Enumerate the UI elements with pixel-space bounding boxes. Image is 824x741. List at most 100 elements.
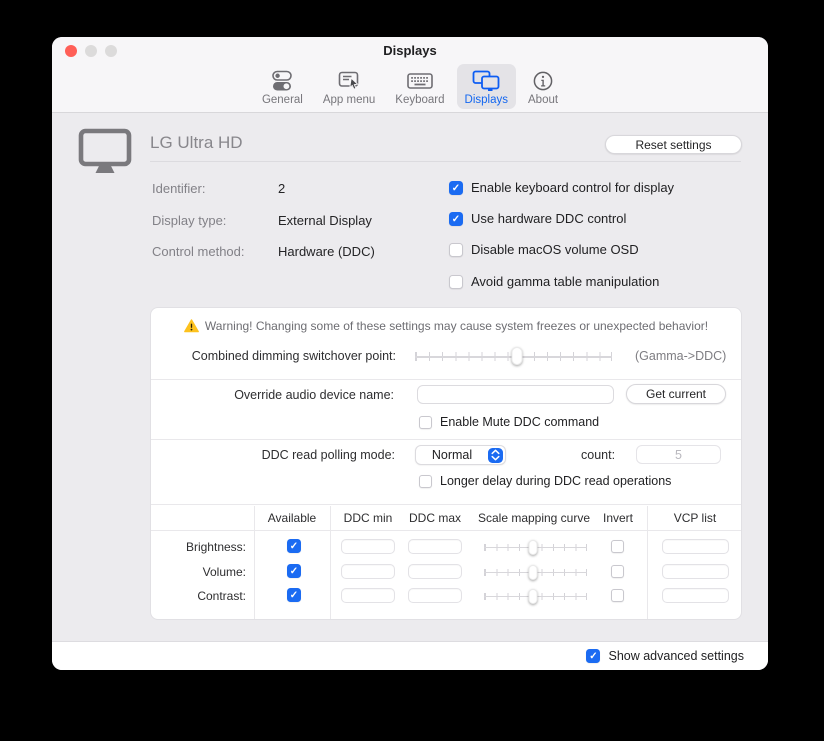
checkbox[interactable]: [449, 275, 463, 289]
dimming-suffix: (Gamma->DDC): [635, 349, 726, 363]
warning-row: Warning! Changing some of these settings…: [151, 319, 741, 333]
checkbox-mute-ddc[interactable]: Enable Mute DDC command: [419, 415, 599, 429]
checkbox[interactable]: [586, 649, 600, 663]
checkbox-avoid-gamma[interactable]: Avoid gamma table manipulation: [449, 274, 659, 289]
display-type-value: External Display: [278, 213, 372, 228]
contrast-available-checkbox[interactable]: [287, 588, 301, 602]
toggles-icon: [269, 68, 295, 93]
column-header-ddc-min: DDC min: [336, 511, 400, 525]
checkbox-label: Enable keyboard control for display: [471, 180, 674, 195]
displays-icon: [471, 68, 501, 93]
preferences-toolbar: General App menu: [52, 64, 768, 109]
identifier-label: Identifier:: [152, 181, 205, 196]
stepper-arrows-icon: [488, 448, 503, 463]
column-header-scale-curve: Scale mapping curve: [472, 511, 596, 525]
checkbox[interactable]: [449, 212, 463, 226]
brightness-available-checkbox[interactable]: [287, 539, 301, 553]
column-header-invert: Invert: [596, 511, 640, 525]
warning-icon: [184, 319, 199, 333]
tab-app-menu[interactable]: App menu: [315, 64, 383, 109]
get-current-button[interactable]: Get current: [626, 384, 726, 404]
checkbox[interactable]: [287, 588, 301, 602]
tab-label: General: [262, 94, 303, 106]
checkbox-show-advanced[interactable]: Show advanced settings: [586, 649, 744, 663]
displays-window: Displays General: [52, 37, 768, 670]
checkbox-label: Disable macOS volume OSD: [471, 242, 639, 257]
checkbox[interactable]: [287, 539, 301, 553]
brightness-vcp-input[interactable]: [662, 539, 729, 554]
count-input[interactable]: 5: [636, 445, 721, 464]
slider-knob[interactable]: [512, 347, 523, 365]
control-method-value: Hardware (DDC): [278, 244, 375, 259]
audio-name-input[interactable]: [417, 385, 614, 404]
volume-available-checkbox[interactable]: [287, 564, 301, 578]
contrast-ddc-min-input[interactable]: [341, 588, 395, 603]
tab-label: Displays: [465, 94, 508, 106]
count-label: count:: [581, 448, 615, 462]
checkbox-label: Show advanced settings: [608, 649, 744, 663]
window-title: Displays: [52, 43, 768, 58]
volume-curve-slider[interactable]: [484, 564, 587, 580]
menu-cursor-icon: [336, 68, 362, 93]
contrast-ddc-max-input[interactable]: [408, 588, 462, 603]
tab-general[interactable]: General: [254, 64, 311, 109]
checkbox[interactable]: [287, 564, 301, 578]
tab-label: App menu: [323, 94, 375, 106]
column-header-vcp-list: VCP list: [647, 511, 743, 525]
brightness-invert-checkbox[interactable]: [611, 540, 624, 553]
brightness-curve-slider[interactable]: [484, 539, 587, 555]
display-name: LG Ultra HD: [150, 133, 243, 153]
brightness-ddc-min-input[interactable]: [341, 539, 395, 554]
reset-settings-button[interactable]: Reset settings: [605, 135, 742, 154]
contrast-invert-checkbox[interactable]: [611, 589, 624, 602]
slider-knob[interactable]: [529, 589, 538, 604]
checkbox-label: Use hardware DDC control: [471, 211, 626, 226]
row-label-brightness: Brightness:: [151, 540, 246, 554]
warning-text: Warning! Changing some of these settings…: [205, 319, 708, 333]
dimming-label: Combined dimming switchover point:: [151, 349, 396, 363]
contrast-vcp-input[interactable]: [662, 588, 729, 603]
checkbox-hardware-ddc[interactable]: Use hardware DDC control: [449, 211, 626, 226]
tab-displays[interactable]: Displays: [457, 64, 516, 109]
tab-keyboard[interactable]: Keyboard: [387, 64, 452, 109]
checkbox-label: Enable Mute DDC command: [440, 415, 599, 429]
display-type-label: Display type:: [152, 213, 226, 228]
checkbox-keyboard-control[interactable]: Enable keyboard control for display: [449, 180, 674, 195]
divider: [150, 161, 741, 162]
tab-about[interactable]: About: [520, 64, 566, 109]
checkbox[interactable]: [611, 540, 624, 553]
footer-bar: Show advanced settings: [52, 641, 768, 670]
tab-label: Keyboard: [395, 94, 444, 106]
volume-ddc-max-input[interactable]: [408, 564, 462, 579]
checkbox-longer-delay[interactable]: Longer delay during DDC read operations: [419, 474, 671, 488]
checkbox[interactable]: [449, 181, 463, 195]
keyboard-icon: [406, 68, 434, 93]
identifier-value: 2: [278, 181, 285, 196]
volume-ddc-min-input[interactable]: [341, 564, 395, 579]
slider-knob[interactable]: [529, 540, 538, 555]
checkbox[interactable]: [419, 416, 432, 429]
selected-option: Normal: [416, 448, 488, 462]
titlebar: Displays General: [52, 37, 768, 113]
volume-vcp-input[interactable]: [662, 564, 729, 579]
column-divider: [330, 506, 331, 619]
row-label-contrast: Contrast:: [151, 589, 246, 603]
slider-knob[interactable]: [529, 565, 538, 580]
checkbox-disable-osd[interactable]: Disable macOS volume OSD: [449, 242, 639, 257]
volume-invert-checkbox[interactable]: [611, 565, 624, 578]
column-header-ddc-max: DDC max: [403, 511, 467, 525]
polling-mode-label: DDC read polling mode:: [151, 448, 395, 462]
contrast-curve-slider[interactable]: [484, 588, 587, 604]
checkbox-label: Longer delay during DDC read operations: [440, 474, 671, 488]
checkbox[interactable]: [611, 589, 624, 602]
checkbox[interactable]: [419, 475, 432, 488]
brightness-ddc-max-input[interactable]: [408, 539, 462, 554]
checkbox[interactable]: [449, 243, 463, 257]
dimming-slider[interactable]: [415, 346, 612, 366]
tab-label: About: [528, 94, 558, 106]
polling-mode-select[interactable]: Normal: [415, 445, 506, 465]
checkbox[interactable]: [611, 565, 624, 578]
info-icon: [532, 68, 554, 93]
column-divider: [254, 506, 255, 619]
audio-name-label: Override audio device name:: [151, 388, 394, 402]
